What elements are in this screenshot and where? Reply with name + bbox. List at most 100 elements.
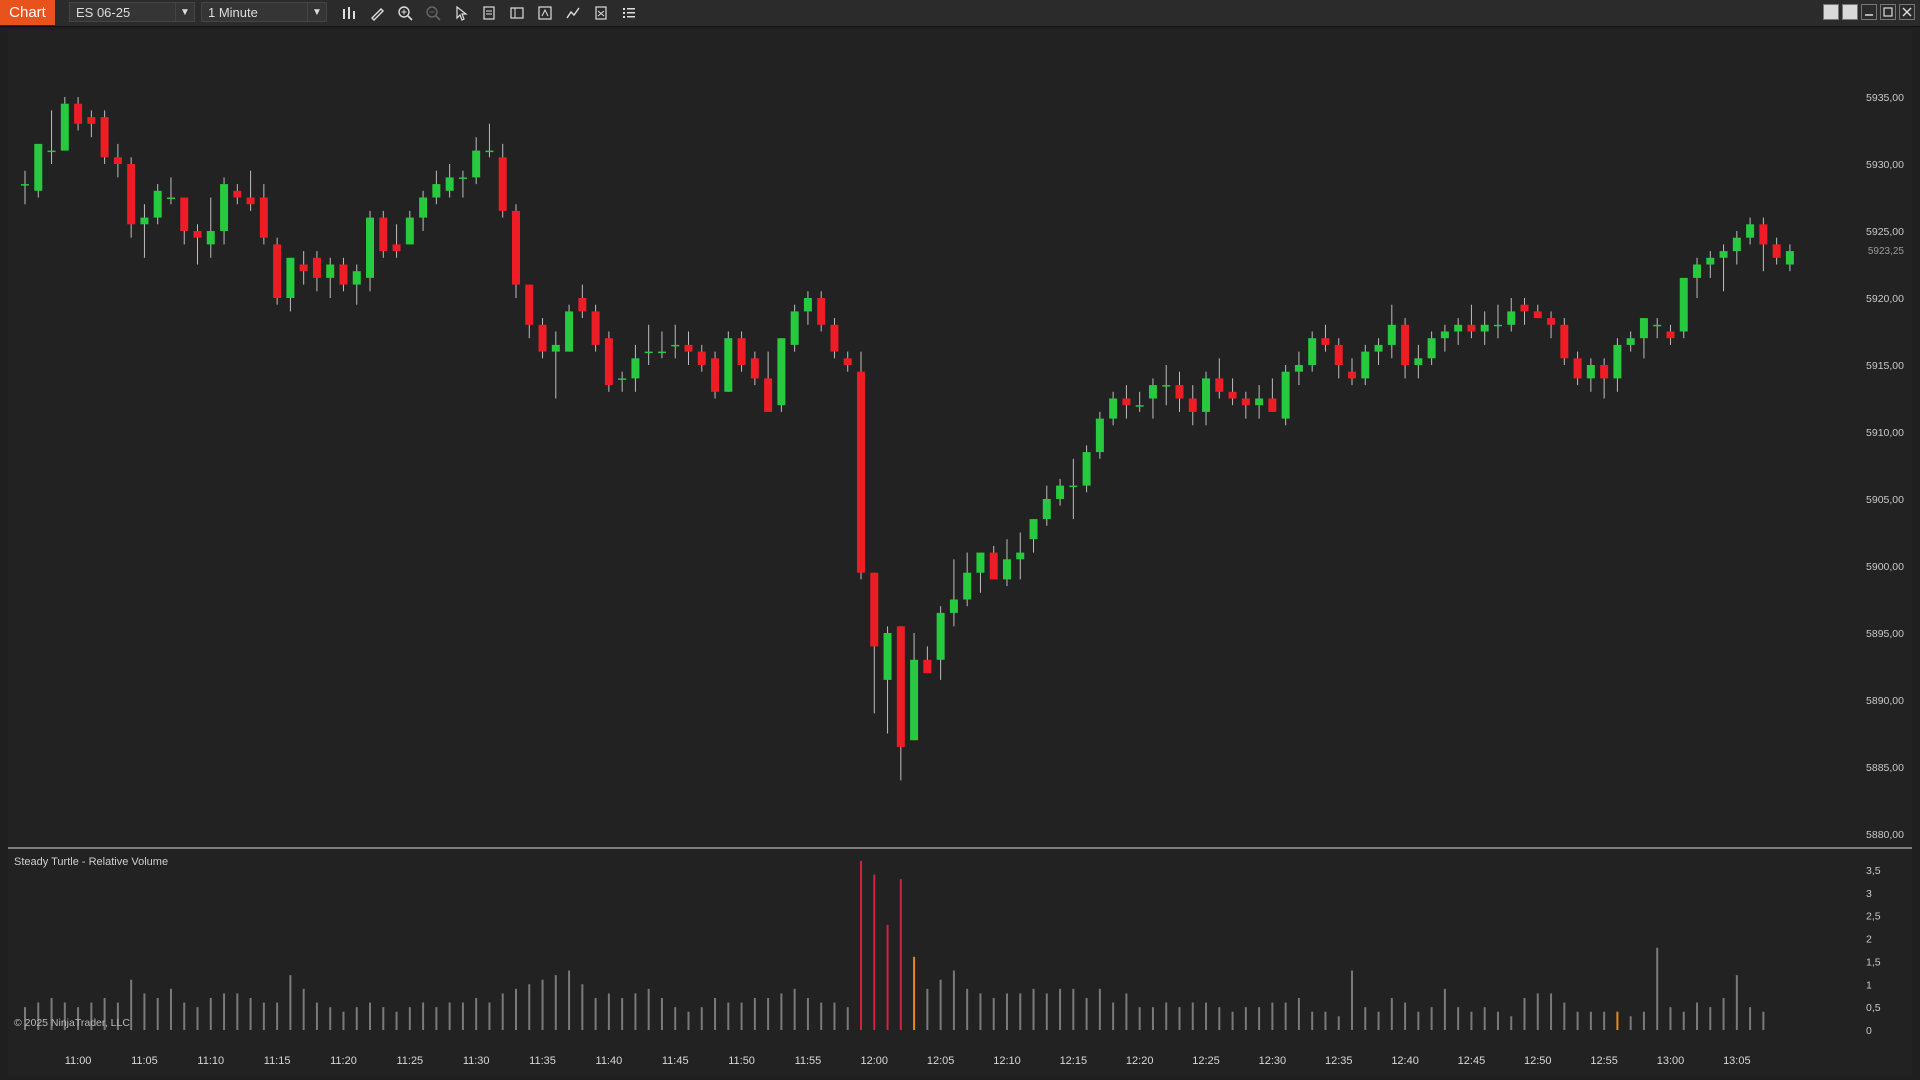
candle-body — [1148, 385, 1157, 399]
time-tick-label: 12:00 — [861, 1055, 889, 1067]
time-tick-label: 11:00 — [65, 1055, 92, 1067]
candle-body — [525, 284, 534, 325]
candle-body — [87, 117, 96, 124]
candle — [472, 137, 481, 185]
candle — [1600, 358, 1609, 399]
candle-body — [711, 358, 720, 392]
candle — [750, 351, 759, 386]
minimize-icon[interactable] — [1861, 4, 1877, 20]
candle — [326, 257, 335, 298]
chart-canvas[interactable]: 5935,00 5930,00 5925,00 5920,00 5915,00 5910,… — [8, 30, 1912, 1076]
candle — [1148, 378, 1157, 419]
candle-body — [113, 157, 122, 164]
candle-body — [1626, 338, 1635, 345]
candle-body — [1029, 519, 1038, 540]
candle — [180, 197, 189, 245]
chart-area[interactable]: 5935,00 5930,00 5925,00 5920,00 5915,00 5910,… — [8, 30, 1912, 1076]
time-tick-label: 11:50 — [728, 1055, 755, 1067]
candle — [1042, 485, 1051, 526]
candle-body — [604, 338, 613, 386]
candle-body — [565, 311, 574, 352]
maximize-icon[interactable] — [1880, 4, 1896, 20]
chart-tab[interactable]: Chart — [0, 0, 55, 25]
candle-body — [1586, 365, 1595, 379]
chevron-down-icon[interactable]: ▼ — [175, 3, 194, 21]
candle-body — [246, 197, 255, 205]
candle — [100, 110, 109, 164]
candle-body — [830, 324, 839, 352]
time-tick-label: 12:05 — [927, 1055, 955, 1067]
scale-icon[interactable] — [536, 4, 554, 22]
zoom-in-icon[interactable] — [396, 4, 414, 22]
properties-icon[interactable] — [480, 4, 498, 22]
candle-body — [1454, 324, 1463, 332]
close-icon[interactable] — [1899, 4, 1915, 20]
candle-body — [233, 190, 242, 198]
restore-icon[interactable] — [1823, 4, 1839, 20]
candle-body — [1414, 358, 1423, 365]
candle-body — [140, 217, 149, 225]
zoom-out-icon[interactable] — [424, 4, 442, 22]
candle-body — [312, 257, 321, 278]
candle-body — [153, 190, 162, 218]
candle — [1241, 391, 1250, 419]
list-icon[interactable] — [620, 4, 638, 22]
candle — [910, 633, 919, 741]
candle — [1719, 244, 1728, 292]
candle — [312, 251, 321, 292]
candle-body — [910, 659, 919, 741]
price-panel — [21, 97, 1794, 781]
pencil-icon[interactable] — [368, 4, 386, 22]
candle — [1746, 217, 1755, 245]
candle — [923, 646, 932, 674]
candle-body — [777, 338, 786, 406]
candle-body — [286, 257, 295, 298]
chevron-down-icon[interactable]: ▼ — [307, 3, 326, 21]
candle — [1294, 351, 1303, 386]
candle — [1639, 318, 1648, 359]
interval-value: 1 Minute — [208, 5, 258, 20]
candle — [565, 304, 574, 352]
candle — [1440, 324, 1449, 352]
price-tick-label: 5885,00 — [1866, 762, 1904, 774]
candle — [764, 351, 773, 412]
candle-body — [1056, 485, 1065, 499]
candle-body — [1785, 251, 1794, 265]
template-icon[interactable] — [508, 4, 526, 22]
indicator-label: Steady Turtle - Relative Volume — [14, 856, 168, 868]
candle — [817, 291, 826, 332]
candle — [644, 324, 653, 365]
candle — [1653, 318, 1662, 339]
candle-body — [1600, 365, 1609, 379]
candle — [273, 237, 282, 305]
pointer-icon[interactable] — [452, 4, 470, 22]
candle — [1361, 344, 1370, 386]
candle — [936, 606, 945, 680]
candle — [1175, 371, 1184, 412]
time-tick-label: 12:35 — [1325, 1055, 1353, 1067]
candle — [1401, 318, 1410, 379]
volume-tick-label: 2,5 — [1866, 911, 1881, 923]
maximize-layout-icon[interactable] — [1842, 4, 1858, 20]
instrument-selector[interactable]: ES 06-25 ▼ — [69, 2, 195, 22]
calculator-icon[interactable] — [592, 4, 610, 22]
strategy-icon[interactable] — [564, 4, 582, 22]
instrument-value: ES 06-25 — [76, 5, 131, 20]
bar-chart-icon[interactable] — [340, 4, 358, 22]
candle-body — [1759, 224, 1768, 245]
interval-selector[interactable]: 1 Minute ▼ — [201, 2, 327, 22]
price-tick-label: 5880,00 — [1866, 829, 1904, 841]
candle — [1082, 445, 1091, 493]
candle-body — [1427, 338, 1436, 359]
candle — [286, 257, 295, 312]
candle — [1109, 391, 1118, 426]
price-tick-label: 5890,00 — [1866, 695, 1904, 707]
time-tick-label: 12:40 — [1391, 1055, 1419, 1067]
candle-body — [671, 344, 680, 347]
candle — [591, 304, 600, 352]
candle-body — [896, 626, 905, 747]
candle-body — [299, 264, 308, 272]
candle — [1493, 304, 1502, 339]
candle-body — [1387, 324, 1396, 345]
candle-body — [1440, 331, 1449, 339]
